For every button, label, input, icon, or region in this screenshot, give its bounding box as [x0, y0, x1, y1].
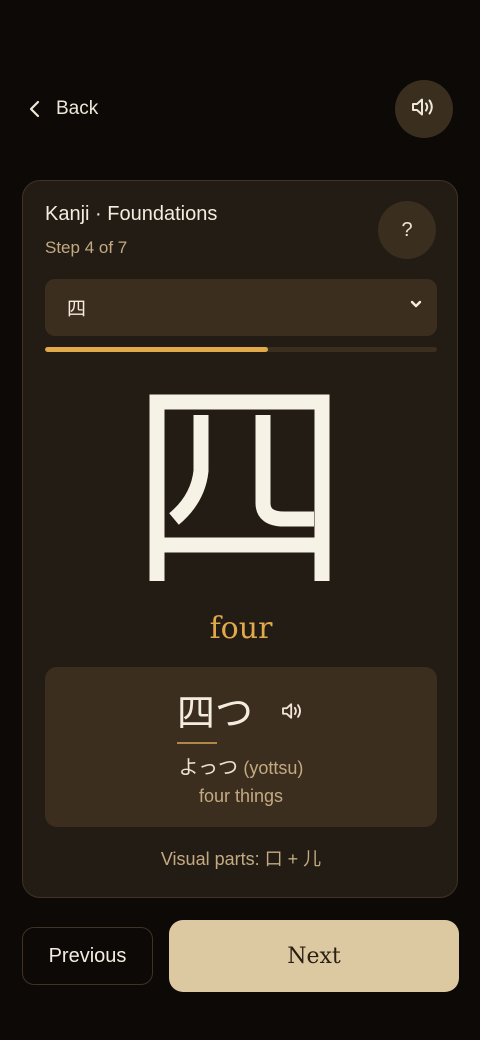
kanji-display: 四: [23, 381, 459, 591]
kanji-select[interactable]: 四: [45, 279, 437, 336]
example-word-row: 四つ: [45, 689, 437, 744]
previous-label: Previous: [48, 944, 127, 967]
chevron-left-icon: [28, 100, 42, 118]
kanji-select-value: 四: [67, 299, 87, 320]
example-reading: よっつ (yottsu): [45, 751, 437, 780]
example-romaji: (yottsu): [243, 758, 304, 778]
help-button[interactable]: ?: [378, 201, 436, 259]
visual-parts: Visual parts: 口 + 儿: [160, 849, 322, 869]
example-kana: よっつ: [178, 757, 239, 779]
example-word-panel: 四つ よっつ (yottsu) four things: [45, 667, 437, 827]
help-label: ?: [401, 218, 413, 241]
speaker-icon: [411, 96, 437, 123]
example-gloss: four things: [198, 786, 284, 806]
example-word-text: 四つ: [176, 691, 253, 735]
example-word: 四つ: [176, 689, 253, 744]
speaker-icon: [281, 701, 305, 726]
back-button[interactable]: Back: [28, 92, 98, 126]
audio-button[interactable]: [395, 80, 453, 138]
lesson-progress-bar: [45, 347, 437, 352]
back-label: Back: [56, 98, 99, 119]
lesson-card: Kanji · Foundations Step 4 of 7 ? 四 四 fo…: [22, 180, 458, 898]
word-audio-button[interactable]: [281, 701, 305, 726]
kanji-glyph: [149, 394, 330, 581]
lesson-title: Kanji · Foundations: [45, 203, 218, 225]
lesson-progress-fill: [45, 347, 269, 352]
step-indicator: Step 4 of 7: [45, 238, 128, 257]
next-button[interactable]: Next: [169, 920, 459, 992]
kanji-meaning: four: [209, 611, 273, 646]
word-underline: [176, 742, 217, 744]
chevron-down-icon: [399, 295, 433, 320]
next-label: Next: [287, 943, 341, 969]
previous-button[interactable]: Previous: [22, 927, 153, 985]
